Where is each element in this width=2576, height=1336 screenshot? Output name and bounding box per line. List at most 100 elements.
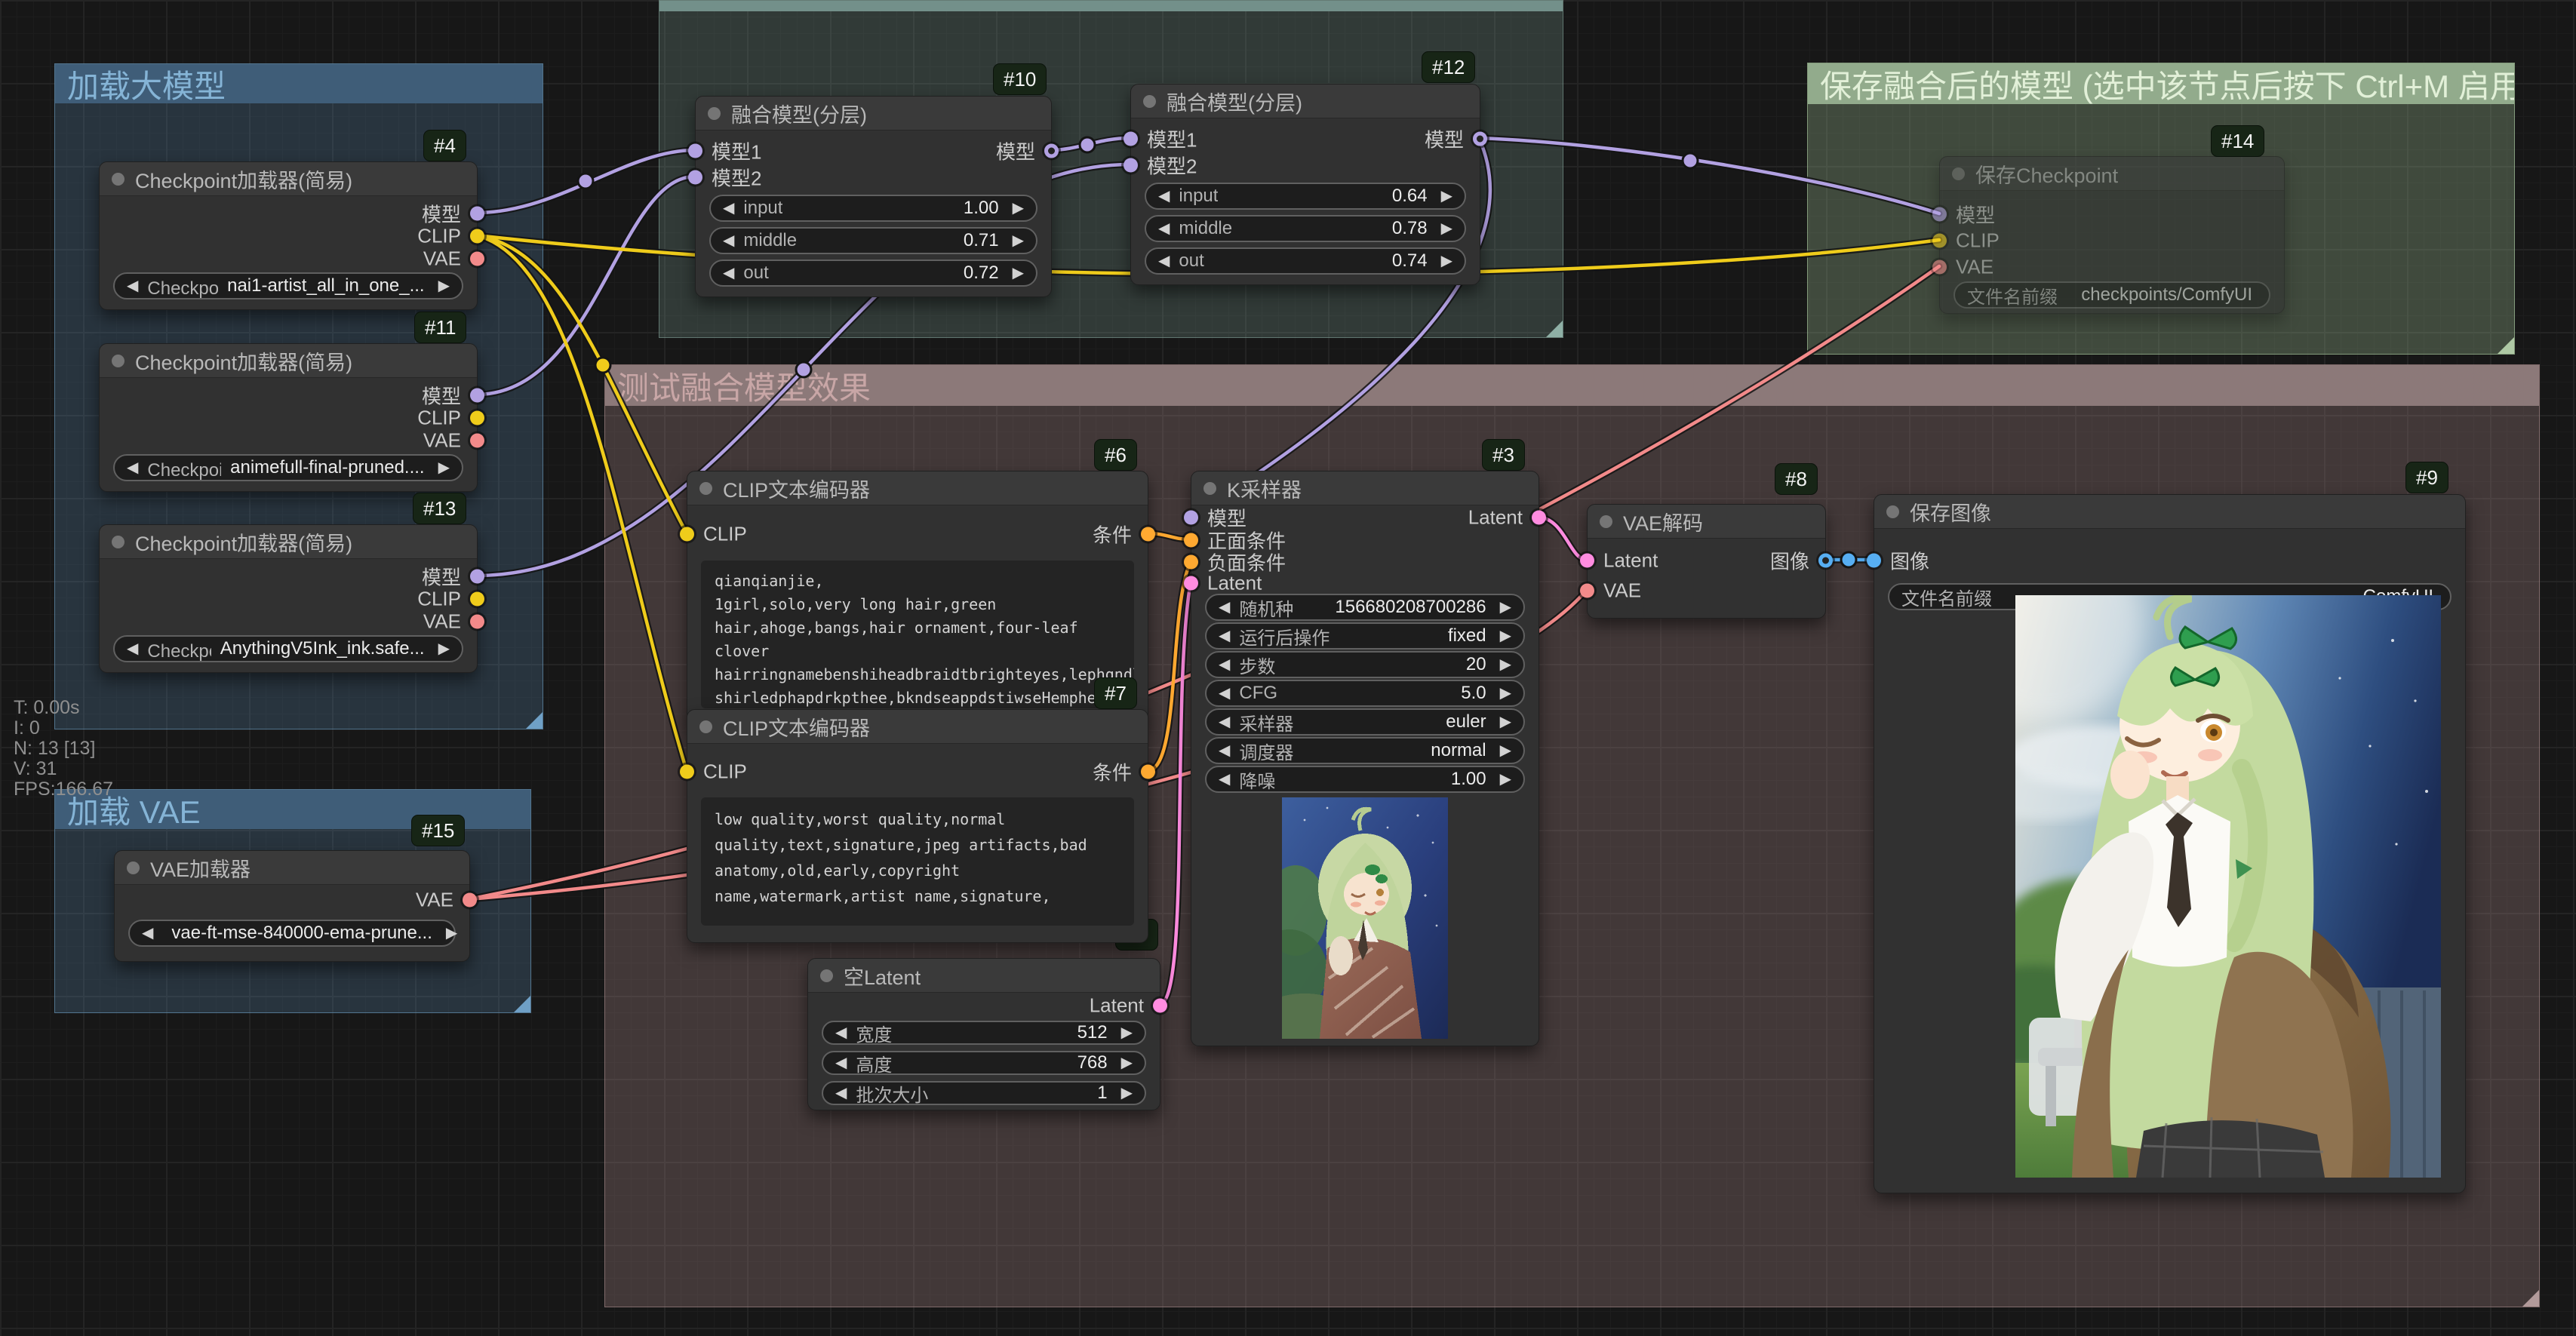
group-resize-handle[interactable] (2498, 337, 2514, 354)
output-slot-vae[interactable]: VAE (416, 889, 477, 912)
widget-sampler[interactable]: 采样器 euler (1205, 708, 1525, 736)
node-empty-latent[interactable]: 空Latent Latent 宽度 512 高度 768 批次大小 1 (807, 958, 1160, 1110)
prev-value-arrow-icon[interactable] (723, 201, 734, 216)
node-collapse-dot-icon[interactable] (820, 969, 833, 982)
node-checkpoint-loader-13[interactable]: Checkpoint加载器(简易) 模型 CLIP VAE Checkpoint… (99, 524, 478, 673)
widget-middle[interactable]: middle 0.78 (1145, 215, 1466, 242)
prev-value-arrow-icon[interactable] (1219, 714, 1230, 729)
node-save-checkpoint-14[interactable]: 保存Checkpoint 模型 CLIP VAE 文件名前缀 checkpoin… (1939, 156, 2285, 314)
node-ksampler[interactable]: K采样器 模型 正面条件 负面条件 Latent Latent 随机种 1566… (1191, 471, 1539, 1046)
widget-out[interactable]: out 0.74 (1145, 247, 1466, 275)
node-save-image[interactable]: 保存图像 图像 文件名前缀 ComfyUI (1874, 494, 2466, 1193)
node-collapse-dot-icon[interactable] (1600, 515, 1612, 528)
widget-out[interactable]: out 0.72 (709, 260, 1037, 287)
input-slot-clip[interactable]: CLIP (680, 523, 747, 546)
node-checkpoint-loader-4[interactable]: Checkpoint加载器(简易) 模型 CLIP VAE Checkpoint… (99, 161, 478, 310)
prev-value-arrow-icon[interactable] (835, 1055, 847, 1070)
widget-control-after-generate[interactable]: 运行后操作 fixed (1205, 622, 1525, 650)
checkpoint-name-widget[interactable]: Checkpoint名称 AnythingV5Ink_ink.safe... (113, 635, 463, 662)
group-test-titlebar[interactable]: 测试融合模型效果 (605, 365, 2539, 406)
node-titlebar[interactable]: CLIP文本编码器 (687, 471, 1148, 505)
input-slot-latent[interactable]: Latent (1184, 572, 1262, 595)
input-slot-vae[interactable]: VAE (1932, 256, 1993, 279)
node-vae-loader[interactable]: VAE加载器 VAE vae名称 vae-ft-mse-840000-ema-p… (114, 850, 470, 962)
prev-value-arrow-icon[interactable] (127, 641, 138, 656)
next-value-arrow-icon[interactable] (1013, 201, 1024, 216)
output-slot-vae[interactable]: VAE (423, 247, 484, 271)
group-resize-handle[interactable] (526, 712, 543, 729)
input-slot-model2[interactable]: 模型2 (1124, 152, 1197, 180)
output-slot-clip[interactable]: CLIP (417, 588, 484, 611)
prev-value-arrow-icon[interactable] (127, 460, 138, 475)
node-collapse-dot-icon[interactable] (127, 861, 140, 874)
node-titlebar[interactable]: 保存Checkpoint (1940, 157, 2284, 191)
node-collapse-dot-icon[interactable] (1886, 505, 1899, 518)
next-value-arrow-icon[interactable] (1500, 628, 1511, 643)
output-slot-conditioning[interactable]: 条件 (1093, 521, 1155, 548)
filename-prefix-widget[interactable]: 文件名前缀 checkpoints/ComfyUI (1954, 281, 2270, 309)
node-titlebar[interactable]: 保存图像 (1874, 495, 2465, 529)
node-titlebar[interactable]: CLIP文本编码器 (687, 710, 1148, 744)
group-resize-handle[interactable] (514, 996, 530, 1012)
input-slot-model[interactable]: 模型 (1932, 201, 1995, 229)
group-resize-handle[interactable] (2522, 1290, 2539, 1307)
widget-batch-size[interactable]: 批次大小 1 (822, 1081, 1146, 1105)
output-slot-conditioning[interactable]: 条件 (1093, 758, 1155, 786)
prev-value-arrow-icon[interactable] (723, 233, 734, 248)
node-clip-text-encode-positive[interactable]: CLIP文本编码器 CLIP 条件 qianqianjie, 1girl,sol… (687, 471, 1148, 722)
input-slot-model1[interactable]: 模型1 (1124, 125, 1197, 153)
checkpoint-name-widget[interactable]: Checkpoint名称 animefull-final-pruned.... (113, 454, 463, 481)
next-value-arrow-icon[interactable] (1500, 743, 1511, 758)
vae-name-widget[interactable]: vae名称 vae-ft-mse-840000-ema-prune... (128, 920, 456, 947)
node-titlebar[interactable]: 融合模型(分层) (696, 97, 1051, 131)
prev-value-arrow-icon[interactable] (1158, 189, 1170, 204)
input-slot-clip[interactable]: CLIP (1932, 229, 2000, 253)
prompt-textarea[interactable]: low quality,worst quality,normal quality… (701, 797, 1134, 926)
widget-scheduler[interactable]: 调度器 normal (1205, 737, 1525, 764)
output-slot-vae[interactable]: VAE (423, 429, 484, 453)
group-resize-handle[interactable] (1546, 321, 1563, 337)
prev-value-arrow-icon[interactable] (1219, 600, 1230, 615)
next-value-arrow-icon[interactable] (1441, 253, 1452, 269)
node-titlebar[interactable]: Checkpoint加载器(简易) (100, 344, 477, 378)
next-value-arrow-icon[interactable] (1500, 714, 1511, 729)
next-value-arrow-icon[interactable] (1500, 686, 1511, 701)
prev-value-arrow-icon[interactable] (142, 926, 153, 941)
group-merge-titlebar[interactable] (659, 1, 1563, 11)
node-collapse-dot-icon[interactable] (699, 720, 712, 733)
next-value-arrow-icon[interactable] (1500, 772, 1511, 787)
node-merge-model-12[interactable]: 融合模型(分层) 模型1 模型2 模型 input 0.64 middle 0.… (1130, 84, 1480, 285)
next-value-arrow-icon[interactable] (1121, 1025, 1133, 1040)
prev-value-arrow-icon[interactable] (1219, 686, 1230, 701)
node-titlebar[interactable]: K采样器 (1191, 471, 1539, 505)
output-slot-clip[interactable]: CLIP (417, 225, 484, 248)
node-titlebar[interactable]: Checkpoint加载器(简易) (100, 525, 477, 559)
node-graph-canvas[interactable]: 加载大模型 加载 VAE 保存融合后的模型 (选中该节点后按下 Ctrl+M 启… (0, 0, 2576, 1336)
output-slot-latent[interactable]: Latent (1090, 994, 1167, 1018)
input-slot-model2[interactable]: 模型2 (688, 164, 761, 192)
prev-value-arrow-icon[interactable] (127, 278, 138, 293)
next-value-arrow-icon[interactable] (438, 641, 450, 656)
node-collapse-dot-icon[interactable] (708, 107, 721, 120)
next-value-arrow-icon[interactable] (438, 460, 450, 475)
group-save-merged-titlebar[interactable]: 保存融合后的模型 (选中该节点后按下 Ctrl+M 启用节点) (1808, 63, 2514, 104)
node-collapse-dot-icon[interactable] (1952, 167, 1965, 180)
next-value-arrow-icon[interactable] (438, 278, 450, 293)
node-collapse-dot-icon[interactable] (112, 536, 124, 548)
next-value-arrow-icon[interactable] (1441, 221, 1452, 236)
prev-value-arrow-icon[interactable] (723, 266, 734, 281)
prev-value-arrow-icon[interactable] (835, 1025, 847, 1040)
output-slot-model[interactable]: 模型 (422, 563, 484, 591)
widget-steps[interactable]: 步数 20 (1205, 651, 1525, 678)
widget-height[interactable]: 高度 768 (822, 1051, 1146, 1075)
node-titlebar[interactable]: VAE解码 (1588, 505, 1825, 539)
prev-value-arrow-icon[interactable] (1158, 253, 1170, 269)
node-merge-model-10[interactable]: 融合模型(分层) 模型1 模型2 模型 input 1.00 middle 0.… (695, 96, 1052, 297)
input-slot-image[interactable]: 图像 (1867, 547, 1929, 575)
output-slot-model[interactable]: 模型 (422, 382, 484, 410)
node-clip-text-encode-negative[interactable]: CLIP文本编码器 CLIP 条件 low quality,worst qual… (687, 709, 1148, 943)
node-collapse-dot-icon[interactable] (112, 173, 124, 186)
node-checkpoint-loader-11[interactable]: Checkpoint加载器(简易) 模型 CLIP VAE Checkpoint… (99, 343, 478, 492)
node-titlebar[interactable]: VAE加载器 (115, 851, 469, 885)
prev-value-arrow-icon[interactable] (1219, 628, 1230, 643)
